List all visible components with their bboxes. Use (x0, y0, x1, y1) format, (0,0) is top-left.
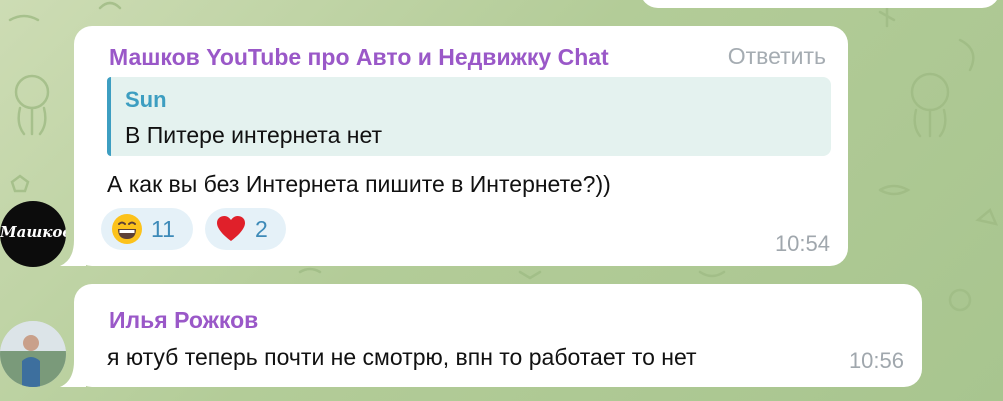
avatar-label: Машков (0, 223, 66, 241)
message-author[interactable]: Илья Рожков (109, 307, 258, 334)
message-time: 10:54 (774, 231, 830, 256)
avatar[interactable]: Машков (0, 201, 66, 267)
message-text: А как вы без Интернета пишите в Интернет… (107, 171, 611, 197)
grinning-face-icon (112, 214, 142, 244)
reaction-count: 11 (151, 215, 175, 242)
avatar[interactable] (0, 321, 66, 387)
message-bubble[interactable]: Илья Рожков я ютуб теперь почти не смотр… (74, 284, 922, 387)
quoted-message[interactable]: Sun В Питере интернета нет (107, 77, 831, 156)
reaction-grinning[interactable]: 11 (101, 208, 193, 250)
message-bubble[interactable]: Машков YouTube про Авто и Недвижку Chat … (74, 26, 848, 266)
quoted-text: В Питере интернета нет (125, 122, 383, 148)
red-heart-icon (217, 216, 245, 241)
reaction-heart[interactable]: 2 (205, 208, 286, 250)
message-author[interactable]: Машков YouTube про Авто и Недвижку Chat (109, 44, 609, 71)
message-time: 10:56 (848, 348, 904, 373)
previous-message-bubble (640, 0, 1000, 8)
reaction-count: 2 (255, 215, 268, 242)
message-text: я ютуб теперь почти не смотрю, впн то ра… (107, 344, 697, 370)
reply-button[interactable]: Ответить (728, 43, 826, 70)
quoted-author: Sun (125, 87, 167, 112)
user-photo (0, 321, 66, 387)
